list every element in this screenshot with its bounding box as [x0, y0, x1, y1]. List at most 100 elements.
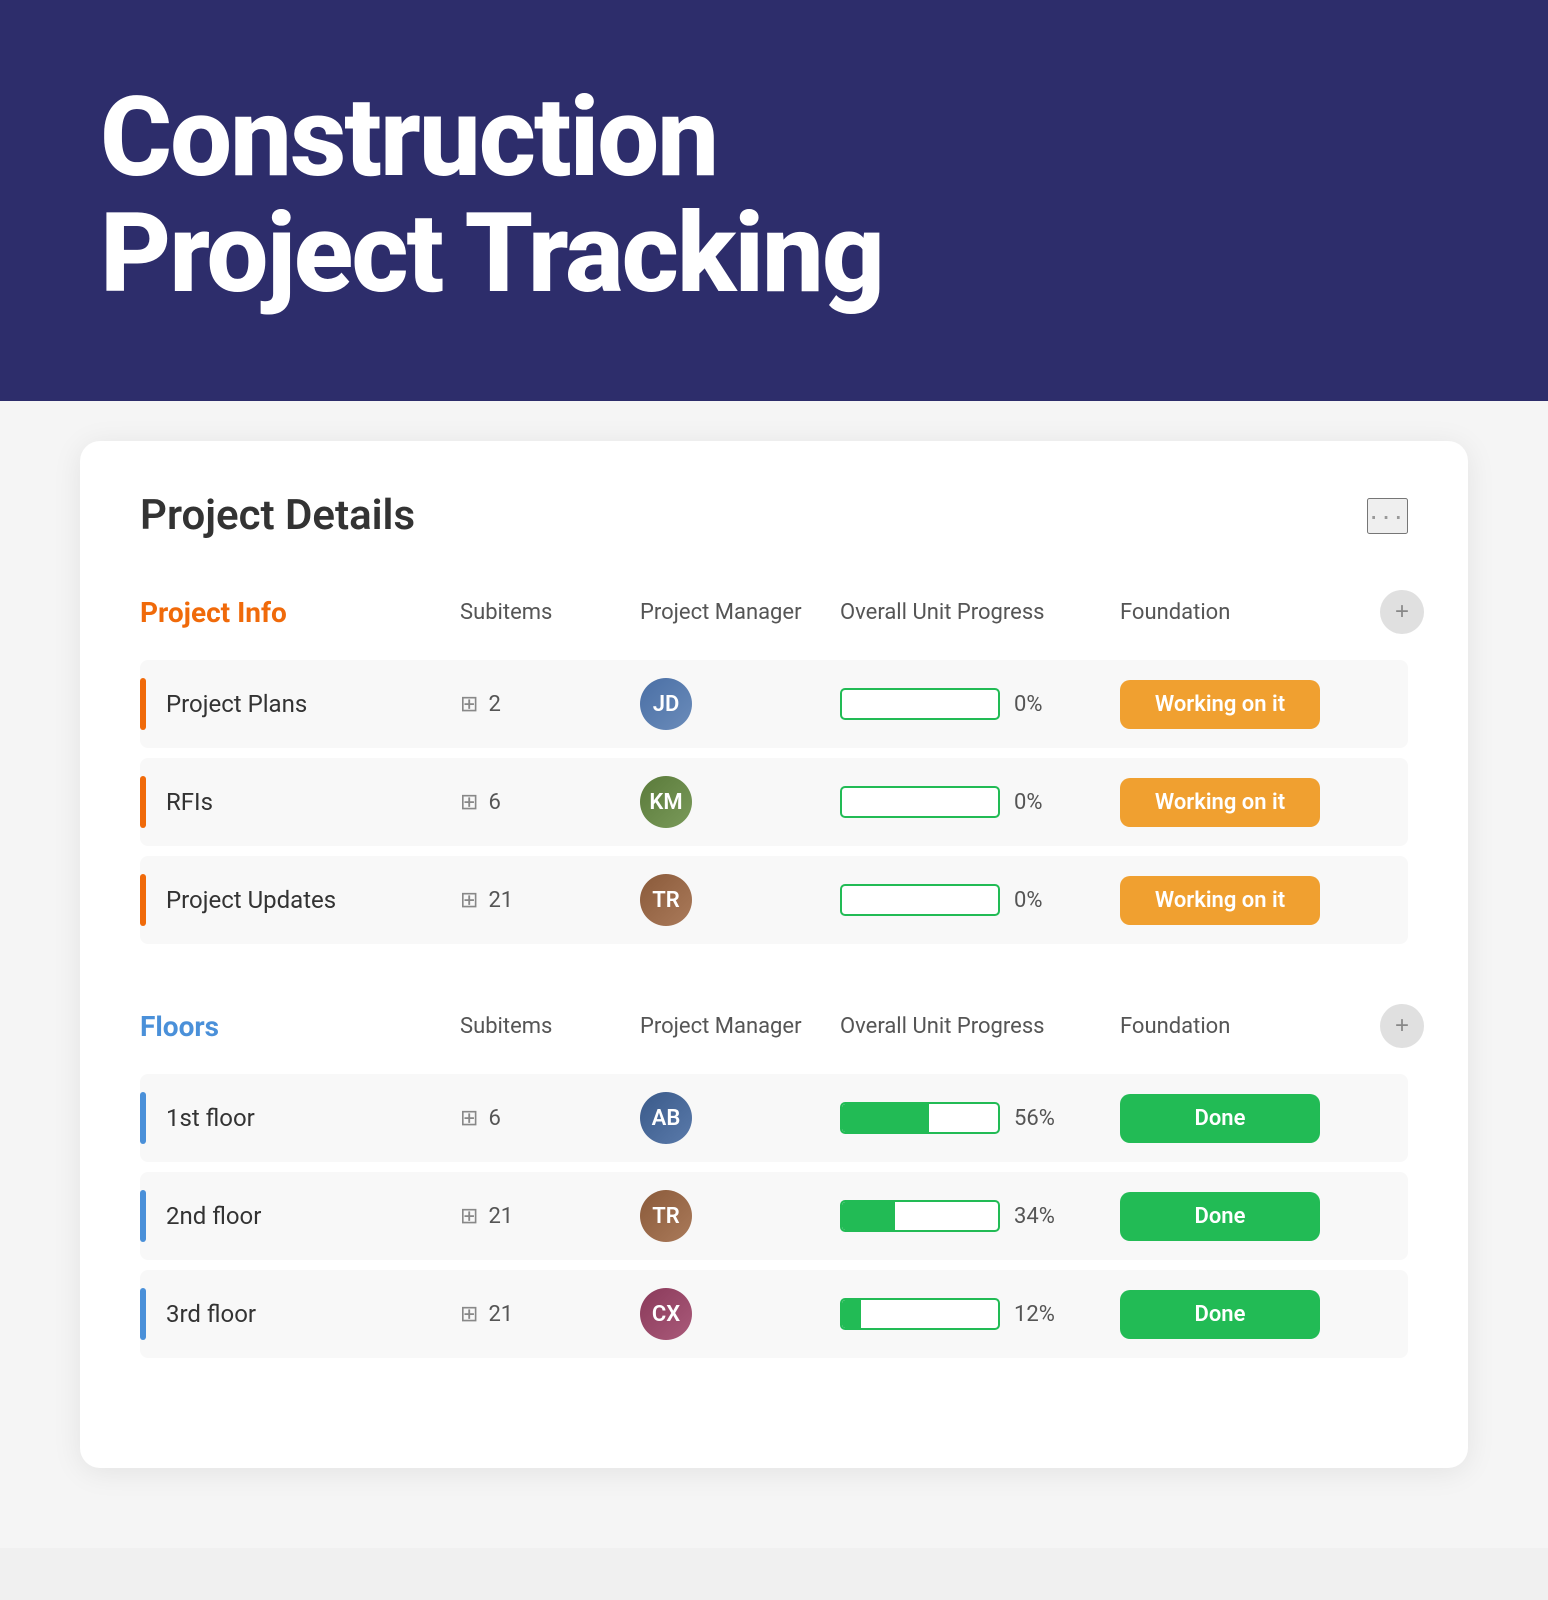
col-header-status-2: Foundation: [1120, 1014, 1380, 1039]
progress-cell: 0%: [840, 884, 1120, 916]
progress-pct: 12%: [1014, 1302, 1059, 1327]
progress-pct: 34%: [1014, 1204, 1059, 1229]
subitems-count: 2: [488, 692, 500, 717]
manager-cell: AB: [640, 1092, 840, 1144]
progress-pct: 0%: [1014, 888, 1059, 913]
col-header-progress-2: Overall Unit Progress: [840, 1014, 1120, 1039]
progress-bar-fill: [842, 1202, 895, 1230]
floors-section: Floors Subitems Project Manager Overall …: [140, 1004, 1408, 1358]
progress-pct: 56%: [1014, 1106, 1059, 1131]
status-badge[interactable]: Working on it: [1120, 876, 1320, 925]
table-row: Project Plans ⊞ 2 JD 0%: [140, 660, 1408, 748]
table-row: Project Updates ⊞ 21 TR 0%: [140, 856, 1408, 944]
card-header: Project Details ···: [140, 491, 1408, 540]
progress-bar-bg: [840, 786, 1000, 818]
card-title: Project Details: [140, 491, 415, 540]
progress-bar-bg: [840, 1200, 1000, 1232]
row-indicator: [140, 1190, 146, 1242]
status-badge[interactable]: Done: [1120, 1094, 1320, 1143]
subitems-icon: ⊞: [460, 1106, 478, 1131]
row-indicator: [140, 776, 146, 828]
status-badge[interactable]: Done: [1120, 1192, 1320, 1241]
more-options-button[interactable]: ···: [1367, 498, 1408, 534]
row-name: 3rd floor: [166, 1300, 256, 1328]
hero-section: Construction Project Tracking: [0, 0, 1548, 401]
row-name-cell: RFIs: [140, 776, 460, 828]
subitems-icon: ⊞: [460, 692, 478, 717]
col-header-manager-2: Project Manager: [640, 1014, 840, 1039]
subitems-cell: ⊞ 21: [460, 888, 640, 913]
subitems-icon: ⊞: [460, 888, 478, 913]
row-name: 1st floor: [166, 1104, 255, 1132]
project-info-section: Project Info Subitems Project Manager Ov…: [140, 590, 1408, 944]
row-name-cell: Project Plans: [140, 678, 460, 730]
table-row: 1st floor ⊞ 6 AB 56%: [140, 1074, 1408, 1162]
subitems-count: 6: [488, 1106, 500, 1131]
status-cell: Done: [1120, 1290, 1380, 1339]
project-info-header: Project Info Subitems Project Manager Ov…: [140, 590, 1408, 650]
subitems-icon: ⊞: [460, 1204, 478, 1229]
col-header-subitems-1: Subitems: [460, 600, 640, 625]
row-indicator: [140, 1092, 146, 1144]
row-indicator: [140, 874, 146, 926]
add-column-button-1[interactable]: +: [1380, 590, 1424, 634]
hero-title: Construction Project Tracking: [100, 80, 883, 311]
col-header-manager-1: Project Manager: [640, 600, 840, 625]
card-wrapper: Project Details ··· Project Info Subitem…: [0, 401, 1548, 1548]
row-name: RFIs: [166, 788, 213, 816]
row-name: Project Plans: [166, 690, 307, 718]
progress-cell: 12%: [840, 1298, 1120, 1330]
subitems-count: 21: [488, 1302, 513, 1327]
progress-cell: 56%: [840, 1102, 1120, 1134]
avatar: CX: [640, 1288, 692, 1340]
progress-bar-bg: [840, 688, 1000, 720]
row-name-cell: 2nd floor: [140, 1190, 460, 1242]
progress-cell: 0%: [840, 786, 1120, 818]
status-badge[interactable]: Working on it: [1120, 680, 1320, 729]
table-row: RFIs ⊞ 6 KM 0% Work: [140, 758, 1408, 846]
status-badge[interactable]: Done: [1120, 1290, 1320, 1339]
floors-label: Floors: [140, 1010, 460, 1043]
subitems-count: 6: [488, 790, 500, 815]
col-header-progress-1: Overall Unit Progress: [840, 600, 1120, 625]
manager-cell: JD: [640, 678, 840, 730]
status-cell: Working on it: [1120, 680, 1380, 729]
status-badge[interactable]: Working on it: [1120, 778, 1320, 827]
avatar: TR: [640, 874, 692, 926]
manager-cell: CX: [640, 1288, 840, 1340]
avatar: KM: [640, 776, 692, 828]
manager-cell: TR: [640, 1190, 840, 1242]
col-header-subitems-2: Subitems: [460, 1014, 640, 1039]
subitems-cell: ⊞ 6: [460, 1106, 640, 1131]
subitems-cell: ⊞ 21: [460, 1302, 640, 1327]
row-indicator: [140, 1288, 146, 1340]
project-details-card: Project Details ··· Project Info Subitem…: [80, 441, 1468, 1468]
subitems-icon: ⊞: [460, 1302, 478, 1327]
status-cell: Working on it: [1120, 876, 1380, 925]
row-indicator: [140, 678, 146, 730]
progress-bar-bg: [840, 884, 1000, 916]
col-header-status-1: Foundation: [1120, 600, 1380, 625]
progress-bar-fill: [842, 1300, 861, 1328]
avatar: AB: [640, 1092, 692, 1144]
project-info-label: Project Info: [140, 596, 460, 629]
status-cell: Done: [1120, 1192, 1380, 1241]
add-column-button-2[interactable]: +: [1380, 1004, 1424, 1048]
row-name: Project Updates: [166, 886, 336, 914]
floors-header: Floors Subitems Project Manager Overall …: [140, 1004, 1408, 1064]
table-row: 2nd floor ⊞ 21 TR 34%: [140, 1172, 1408, 1260]
progress-cell: 0%: [840, 688, 1120, 720]
row-name-cell: 3rd floor: [140, 1288, 460, 1340]
row-name-cell: Project Updates: [140, 874, 460, 926]
progress-pct: 0%: [1014, 692, 1059, 717]
row-name-cell: 1st floor: [140, 1092, 460, 1144]
status-cell: Working on it: [1120, 778, 1380, 827]
avatar: JD: [640, 678, 692, 730]
progress-cell: 34%: [840, 1200, 1120, 1232]
status-cell: Done: [1120, 1094, 1380, 1143]
table-row: 3rd floor ⊞ 21 CX 12%: [140, 1270, 1408, 1358]
subitems-count: 21: [488, 888, 513, 913]
progress-bar-bg: [840, 1102, 1000, 1134]
avatar: TR: [640, 1190, 692, 1242]
manager-cell: KM: [640, 776, 840, 828]
